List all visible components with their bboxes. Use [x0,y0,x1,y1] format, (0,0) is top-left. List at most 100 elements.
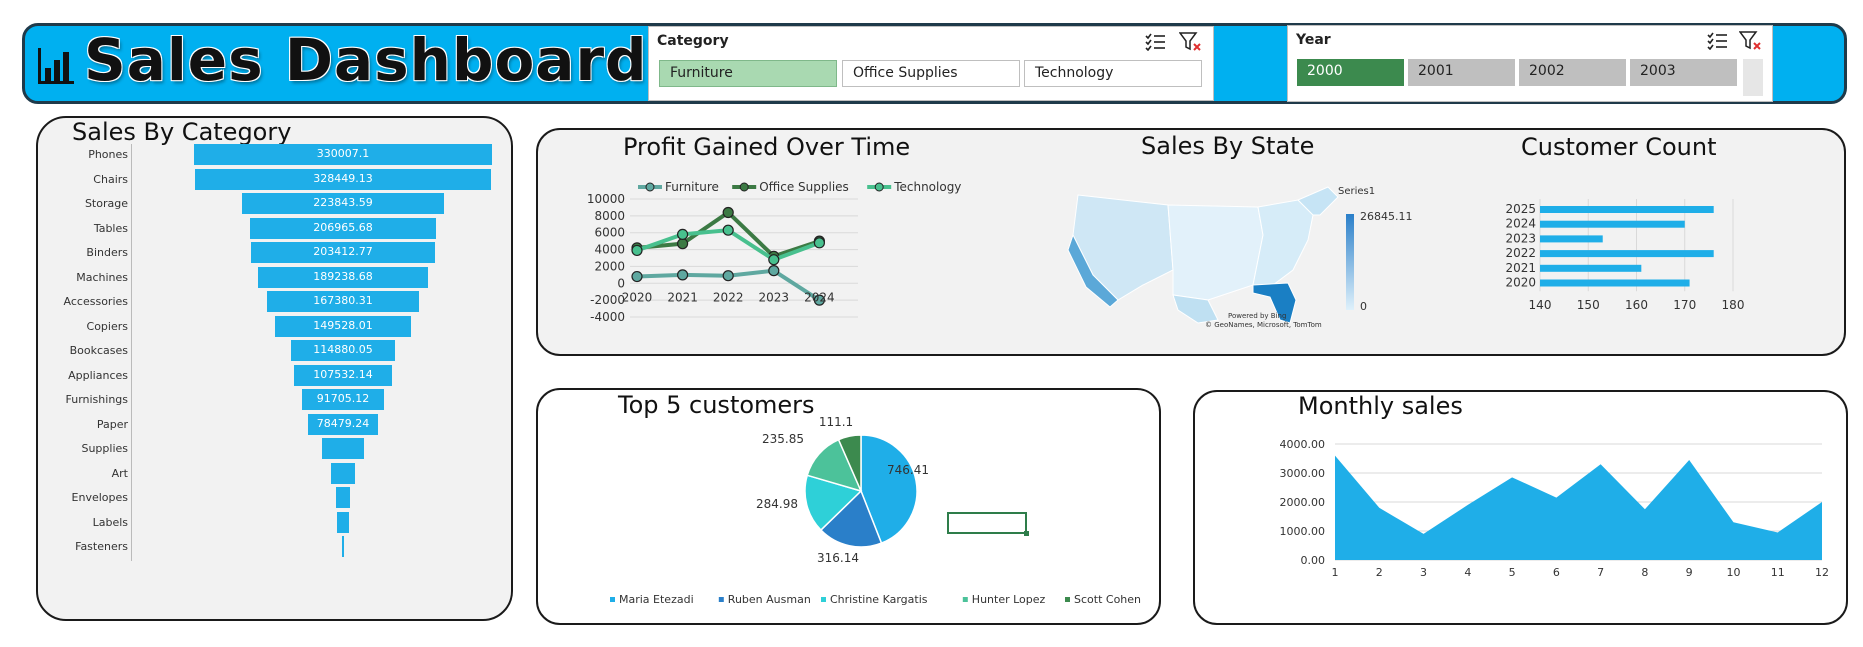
funnel-category-label: Binders [86,246,128,259]
year-slicer: Year 2000 2001 2002 2003 [1287,25,1773,102]
count-bar [1540,279,1690,287]
y-tick-label: -4000 [590,310,625,324]
data-point [768,265,780,277]
funnel-category-label: Art [111,466,128,480]
funnel-data-label: 78479.24 [316,416,370,430]
selected-cell[interactable] [947,512,1029,536]
x-tick-label: 4 [1464,566,1471,579]
x-tick-label: 2020 [622,290,653,304]
monthly-sales-area-chart: 4000.003000.002000.001000.000.001 2 3 4 5 6 7 8… [1280,438,1830,579]
x-tick-label: 180 [1722,298,1745,312]
x-tick-label: 2022 [713,290,744,304]
pie-data-label: 746.41 [887,463,929,477]
y-tick-label: 2021 [1505,261,1536,275]
funnel-data-label: 223843.59 [313,196,373,209]
x-tick-label: 10 [1726,566,1740,579]
count-bar [1540,206,1714,213]
funnel-bar [330,462,356,484]
funnel-data-label: 328449.13 [313,171,373,185]
funnel-category-label: Storage [84,197,128,210]
slicer-item-2000[interactable]: 2000 [1297,59,1404,86]
funnel-category-label: Bookcases [69,344,128,357]
funnel-category-label: Labels [92,515,128,529]
data-point [676,269,689,281]
map-legend-min: 0 [1360,300,1367,313]
slicer-item-2001[interactable]: 2001 [1408,59,1515,86]
funnel-category-label: Appliances [68,368,128,382]
y-tick-label: 2000 [594,259,625,273]
multi-select-icon[interactable] [1144,31,1166,51]
legend-swatch [1065,597,1070,602]
count-bar [1540,220,1685,228]
funnel-category-label: Furnishings [65,393,129,406]
pie-data-label: 111.1 [819,415,853,429]
legend-label: Scott Cohen [1074,593,1141,606]
legend-marker [739,182,749,192]
pie-data-label: 235.85 [762,432,804,446]
funnel-bar [341,536,345,557]
x-tick-label: 8 [1641,566,1648,579]
funnel-category-label: Phones [88,148,128,161]
funnel-data-label: 149528.01 [313,318,373,332]
category-slicer-title: Category [657,33,729,49]
funnel-category-label: Paper [96,417,128,431]
y-tick-label: 4000 [594,243,625,257]
x-tick-label: 2024 [804,290,835,304]
pie-data-label: 284.98 [756,497,798,511]
y-tick-label: -2000 [590,293,625,307]
funnel-bar [335,487,351,508]
slicer-item-office-supplies[interactable]: Office Supplies [842,60,1020,87]
x-tick-label: 12 [1815,566,1829,579]
y-tick-label: 2022 [1505,246,1536,260]
y-tick-label: 3000.00 [1280,467,1326,480]
y-tick-label: 1000.00 [1280,525,1326,538]
data-point [676,238,689,250]
clear-filter-icon[interactable] [1179,31,1203,53]
slicer-item-2003[interactable]: 2003 [1630,59,1737,86]
funnel-category-label: Fasteners [75,540,128,553]
funnel-data-label: 206965.68 [313,220,373,234]
map-legend-max: 26845.11 [1360,210,1413,223]
bar-chart-icon [38,48,74,84]
data-point [722,270,734,282]
legend-label: Christine Kargatis [830,593,928,606]
x-tick-label: 160 [1625,298,1648,312]
pie-data-label: 316.14 [817,551,859,565]
slicer-item-technology[interactable]: Technology [1024,60,1202,87]
count-bar [1540,235,1603,243]
clear-filter-icon[interactable] [1739,30,1763,52]
customer-count-chart: 140 150 160 170 180 202520242023202220212020 [1505,199,1745,312]
slicer-scrollbar[interactable] [1743,59,1763,96]
x-tick-label: 2023 [759,290,790,304]
map-region-central [1167,204,1264,301]
x-tick-label: 140 [1529,298,1552,312]
x-tick-label: 7 [1597,566,1604,579]
data-point [813,237,825,249]
x-tick-label: 5 [1509,566,1516,579]
funnel-bar [321,438,365,459]
multi-select-icon[interactable] [1706,30,1728,50]
x-tick-label: 9 [1686,566,1693,579]
x-tick-label: 170 [1673,298,1696,312]
data-point [631,270,643,283]
y-tick-label: 6000 [594,226,625,240]
legend-marker [645,182,655,192]
legend-label: Ruben Ausman [728,593,811,606]
funnel-data-label: 189238.68 [313,269,373,283]
slicer-item-2002[interactable]: 2002 [1519,59,1626,86]
y-tick-label: 0.00 [1301,554,1326,567]
funnel-category-label: Copiers [86,319,128,333]
count-bar [1540,250,1714,258]
panel-title: Customer Count [1521,133,1717,161]
map-region-east [1252,199,1314,286]
funnel-data-label: 203412.77 [313,245,373,258]
slicer-item-furniture[interactable]: Furniture [659,60,837,87]
y-tick-label: 8000 [594,209,625,223]
data-point [631,244,643,257]
funnel-data-label: 330007.1 [316,147,370,160]
data-point [722,224,734,236]
page-title: Sales Dashboard [84,26,648,94]
funnel-category-label: Accessories [63,295,128,308]
legend-swatch [610,597,615,602]
fill-handle[interactable] [1024,531,1029,536]
